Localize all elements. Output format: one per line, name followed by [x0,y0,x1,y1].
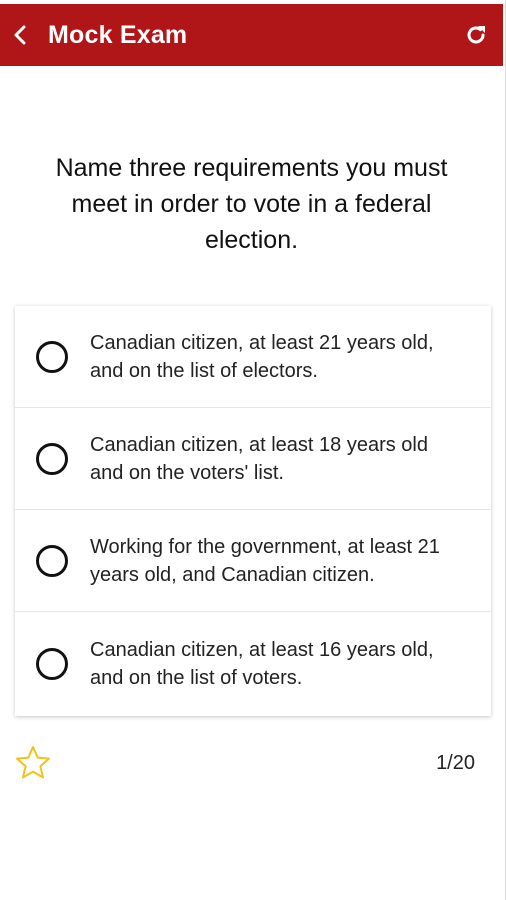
chevron-left-icon [14,25,26,45]
mock-exam-screen: Mock Exam Name three requirements you mu… [0,0,506,900]
refresh-icon [467,26,485,44]
page-title: Mock Exam [48,20,188,49]
answer-option-1[interactable]: Canadian citizen, at least 21 years old,… [15,306,491,408]
answer-option-3[interactable]: Working for the government, at least 21 … [15,510,491,612]
answer-option-label: Canadian citizen, at least 18 years old … [90,433,428,484]
star-outline-icon [16,746,50,779]
answer-options-list: Canadian citizen, at least 21 years old,… [15,306,491,716]
radio-button[interactable] [36,340,68,373]
answer-option-label: Canadian citizen, at least 16 years old,… [90,639,434,689]
radio-button[interactable] [36,442,68,475]
radio-button[interactable] [36,648,68,680]
favorite-button[interactable] [14,744,52,782]
app-header: Mock Exam [0,4,503,66]
back-button[interactable] [0,4,40,66]
answer-option-label: Working for the government, at least 21 … [90,535,440,586]
answer-option-2[interactable]: Canadian citizen, at least 18 years old … [15,408,491,510]
radio-button[interactable] [36,544,68,577]
question-progress: 1/20 [436,752,475,774]
question-footer: 1/20 [0,742,503,786]
refresh-button[interactable] [461,20,491,50]
question-text: Name three requirements you must meet in… [55,154,448,254]
answer-option-label: Canadian citizen, at least 21 years old,… [90,331,434,382]
answer-option-4[interactable]: Canadian citizen, at least 16 years old,… [15,612,491,716]
